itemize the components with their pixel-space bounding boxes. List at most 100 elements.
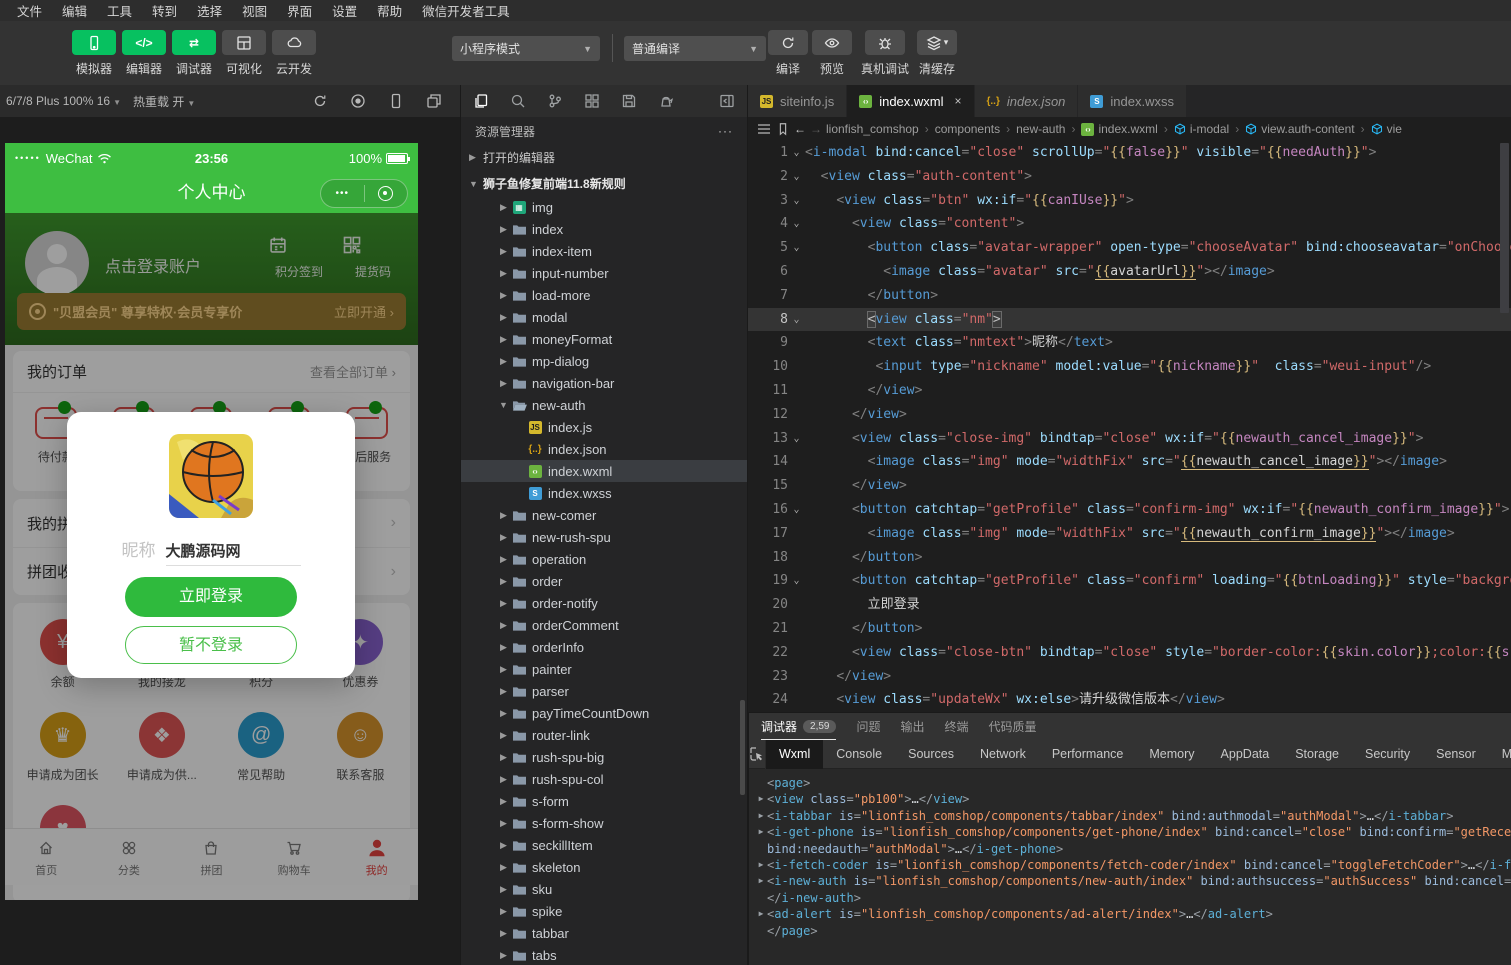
menu-item-编辑[interactable]: 编辑 <box>53 0 96 22</box>
tree-item-new-comer[interactable]: ▶new-comer <box>461 504 747 526</box>
tree-item-spike[interactable]: ▶spike <box>461 900 747 922</box>
action-预览[interactable]: 预览 <box>812 30 852 77</box>
explorer-scrollbar[interactable] <box>740 700 745 795</box>
code-line-14[interactable]: 14 <image class="img" mode="widthFix" sr… <box>748 450 1511 474</box>
code-line-7[interactable]: 7 </button> <box>748 284 1511 308</box>
kettle-icon[interactable] <box>658 93 674 109</box>
code-line-19[interactable]: 19⌄ <button catchtap="getProfile" class=… <box>748 569 1511 593</box>
debugger-tab-问题[interactable]: 问题 <box>856 713 880 740</box>
devtools-tab-Sources[interactable]: Sources <box>895 740 967 769</box>
devtools-tab-AppData[interactable]: AppData <box>1208 740 1283 769</box>
code-line-20[interactable]: 20 立即登录 <box>748 593 1511 617</box>
tree-item-tabs[interactable]: ▶tabs <box>461 944 747 965</box>
code-line-15[interactable]: 15 </view> <box>748 474 1511 498</box>
layout-icon[interactable] <box>584 93 600 109</box>
tree-item-modal[interactable]: ▶modal <box>461 306 747 328</box>
editor-tab-index.wxml[interactable]: ‹›index.wxml× <box>847 85 974 117</box>
menu-item-界面[interactable]: 界面 <box>278 0 321 22</box>
open-editors-section[interactable]: ▶ 打开的编辑器 <box>461 145 747 170</box>
devtools-tab-Network[interactable]: Network <box>967 740 1039 769</box>
search-icon[interactable] <box>510 93 526 109</box>
devtools-tab-Sensor[interactable]: Sensor <box>1423 740 1489 769</box>
tree-item-new-auth[interactable]: ▼new-auth <box>461 394 747 416</box>
devtools-tab-Mock[interactable]: Mock <box>1489 740 1511 769</box>
toolbar-button-编辑器[interactable]: </>编辑器 <box>118 30 170 77</box>
bookmark-icon[interactable] <box>776 122 790 136</box>
code-line-10[interactable]: 10 <input type="nickname" model:value="{… <box>748 355 1511 379</box>
breadcrumb-item-index.wxml[interactable]: ‹›index.wxml <box>1081 122 1157 136</box>
toolbar-button-调试器[interactable]: ⇄调试器 <box>168 30 220 77</box>
code-line-3[interactable]: 3⌄ <view class="btn" wx:if="{{canIUse}}"… <box>748 189 1511 213</box>
code-line-8[interactable]: 8⌄ <view class="nm"> <box>748 308 1511 332</box>
code-line-17[interactable]: 17 <image class="img" mode="widthFix" sr… <box>748 522 1511 546</box>
files-icon[interactable] <box>473 93 489 109</box>
tree-item-sku[interactable]: ▶sku <box>461 878 747 900</box>
tree-item-index[interactable]: ▶index <box>461 218 747 240</box>
tree-item-order-notify[interactable]: ▶order-notify <box>461 592 747 614</box>
devtools-tab-Performance[interactable]: Performance <box>1039 740 1137 769</box>
tree-item-skeleton[interactable]: ▶skeleton <box>461 856 747 878</box>
login-now-button[interactable]: 立即登录 <box>125 577 297 617</box>
tree-item-s-form-show[interactable]: ▶s-form-show <box>461 812 747 834</box>
tree-item-s-form[interactable]: ▶s-form <box>461 790 747 812</box>
code-line-13[interactable]: 13⌄ <view class="close-img" bindtap="clo… <box>748 427 1511 451</box>
editor-tab-siteinfo.js[interactable]: JSsiteinfo.js <box>748 85 847 117</box>
breadcrumb-item-new-auth[interactable]: new-auth <box>1016 122 1065 136</box>
tree-item-index.json[interactable]: {..}index.json <box>461 438 747 460</box>
wxml-node-5[interactable]: ▶<i-fetch-coder is="lionfish_comshop/com… <box>755 857 1511 873</box>
tree-item-img[interactable]: ▶▦img <box>461 196 747 218</box>
toolbar-button-可视化[interactable]: 可视化 <box>218 30 270 77</box>
tree-item-payTimeCountDown[interactable]: ▶payTimeCountDown <box>461 702 747 724</box>
record-icon[interactable] <box>350 93 366 109</box>
explorer-more-button[interactable]: ··· <box>718 124 733 138</box>
code-line-18[interactable]: 18 </button> <box>748 546 1511 570</box>
code-line-23[interactable]: 23 </view> <box>748 665 1511 689</box>
wxml-node-7[interactable]: </i-new-auth> <box>755 890 1511 906</box>
tree-item-moneyFormat[interactable]: ▶moneyFormat <box>461 328 747 350</box>
editor-scrollbar[interactable] <box>1500 143 1509 313</box>
code-line-22[interactable]: 22 <view class="close-btn" bindtap="clos… <box>748 641 1511 665</box>
tree-item-index.wxml[interactable]: ‹›index.wxml <box>461 460 747 482</box>
debugger-tab-代码质量[interactable]: 代码质量 <box>989 713 1037 740</box>
tree-item-orderComment[interactable]: ▶orderComment <box>461 614 747 636</box>
tree-item-index-item[interactable]: ▶index-item <box>461 240 747 262</box>
devtools-tab-Security[interactable]: Security <box>1352 740 1423 769</box>
code-line-2[interactable]: 2⌄ <view class="auth-content"> <box>748 165 1511 189</box>
tree-item-rush-spu-col[interactable]: ▶rush-spu-col <box>461 768 747 790</box>
code-line-21[interactable]: 21 </button> <box>748 617 1511 641</box>
collapse-panel-icon[interactable] <box>719 93 735 109</box>
inspect-element-icon[interactable] <box>749 740 766 769</box>
skip-login-button[interactable]: 暂不登录 <box>125 626 297 664</box>
tree-item-mp-dialog[interactable]: ▶mp-dialog <box>461 350 747 372</box>
debugger-tab-终端[interactable]: 终端 <box>945 713 969 740</box>
wxml-node-8[interactable]: ▶<ad-alert is="lionfish_comshop/componen… <box>755 906 1511 922</box>
code-line-12[interactable]: 12 </view> <box>748 403 1511 427</box>
tree-item-input-number[interactable]: ▶input-number <box>461 262 747 284</box>
mode-select[interactable]: 小程序模式 ▼ <box>452 36 600 61</box>
back-arrow-icon[interactable]: ← <box>794 122 806 136</box>
breadcrumb-item-lionfish_comshop[interactable]: lionfish_comshop <box>826 122 919 136</box>
code-area[interactable]: 1⌄<i-modal bind:cancel="close" scrollUp=… <box>748 141 1511 712</box>
close-minimize-button[interactable] <box>365 186 408 201</box>
tree-item-navigation-bar[interactable]: ▶navigation-bar <box>461 372 747 394</box>
menu-item-视图[interactable]: 视图 <box>233 0 276 22</box>
wxml-node-6[interactable]: ▶<i-new-auth is="lionfish_comshop/compon… <box>755 873 1511 889</box>
action-清缓存[interactable]: ▾清缓存 <box>917 30 957 77</box>
hot-reload-toggle[interactable]: 热重载 开▼ <box>127 93 201 110</box>
toolbar-button-模拟器[interactable]: 模拟器 <box>68 30 120 77</box>
devtools-tab-Storage[interactable]: Storage <box>1282 740 1352 769</box>
code-line-16[interactable]: 16⌄ <button catchtap="getProfile" class=… <box>748 498 1511 522</box>
tree-item-tabbar[interactable]: ▶tabbar <box>461 922 747 944</box>
code-line-1[interactable]: 1⌄<i-modal bind:cancel="close" scrollUp=… <box>748 141 1511 165</box>
refresh-icon[interactable] <box>312 93 328 109</box>
wxml-node-4[interactable]: bind:needauth="authModal">…</i-get-phone… <box>755 841 1511 857</box>
tree-item-operation[interactable]: ▶operation <box>461 548 747 570</box>
wxml-node-9[interactable]: </page> <box>755 923 1511 939</box>
devtools-tab-Wxml[interactable]: Wxml <box>766 740 823 769</box>
wxml-node-3[interactable]: ▶<i-get-phone is="lionfish_comshop/compo… <box>755 824 1511 840</box>
tree-item-orderInfo[interactable]: ▶orderInfo <box>461 636 747 658</box>
menu-item-微信开发者工具[interactable]: 微信开发者工具 <box>413 0 519 22</box>
tree-item-seckillItem[interactable]: ▶seckillItem <box>461 834 747 856</box>
action-编译[interactable]: 编译 <box>768 30 808 77</box>
tree-item-rush-spu-big[interactable]: ▶rush-spu-big <box>461 746 747 768</box>
